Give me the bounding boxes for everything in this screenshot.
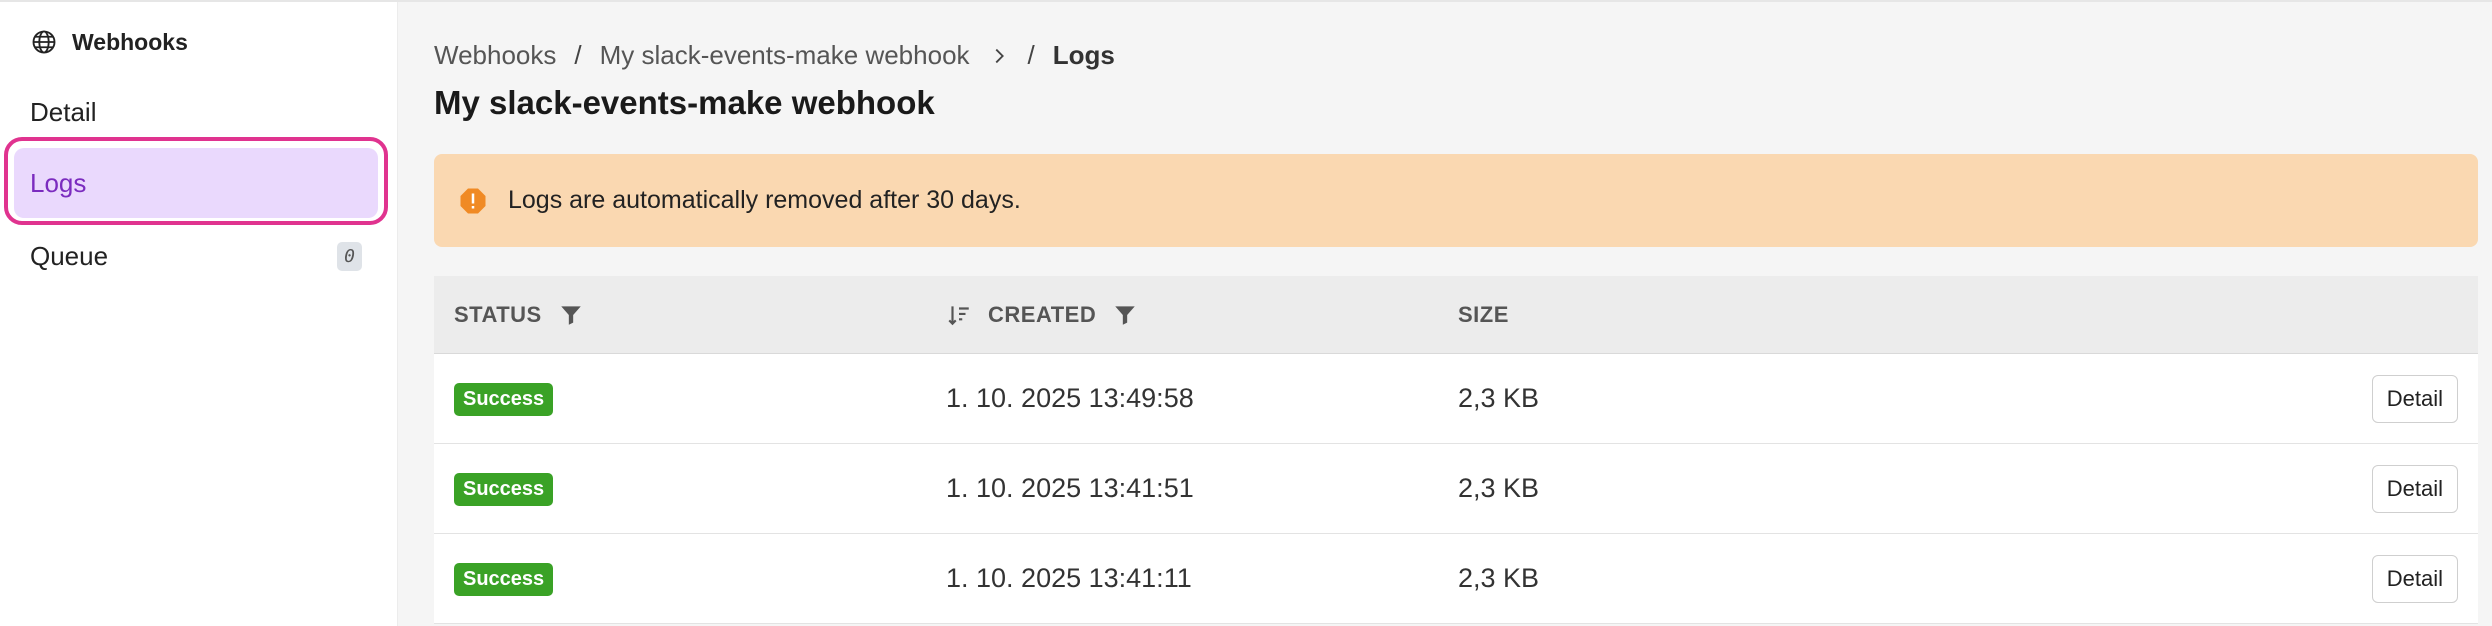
sidebar-header-label: Webhooks <box>72 28 188 55</box>
retention-alert: Logs are automatically removed after 30 … <box>434 154 2478 247</box>
action-cell: Detail <box>2158 464 2478 513</box>
sidebar-item-queue[interactable]: Queue 0 <box>14 221 378 291</box>
created-cell: 1. 10. 2025 13:41:11 <box>946 563 1192 593</box>
status-badge: Success <box>454 563 554 596</box>
status-cell: Success <box>434 471 946 506</box>
table-header: STATUS CREATED SIZE <box>434 276 2478 354</box>
size-cell: 2,3 KB <box>1458 563 1540 593</box>
app-window: Webhooks Detail Logs Queue 0 Webhooks / … <box>0 0 2492 626</box>
table-row: Success 1. 10. 2025 13:41:51 2,3 KB Deta… <box>434 444 2478 534</box>
column-status-label: STATUS <box>454 301 542 327</box>
status-cell: Success <box>434 381 946 416</box>
detail-button[interactable]: Detail <box>2371 554 2458 603</box>
filter-icon[interactable] <box>558 302 584 328</box>
detail-button[interactable]: Detail <box>2371 374 2458 423</box>
chevron-right-icon[interactable] <box>988 45 1010 67</box>
column-created: CREATED <box>946 302 1458 328</box>
detail-button[interactable]: Detail <box>2371 464 2458 513</box>
created-cell: 1. 10. 2025 13:49:58 <box>946 383 1194 413</box>
sidebar-item-label: Logs <box>30 167 87 198</box>
table-row: Success 1. 10. 2025 13:49:58 2,3 KB Deta… <box>434 354 2478 444</box>
table-row: Success 1. 10. 2025 13:41:11 2,3 KB Deta… <box>434 534 2478 624</box>
sidebar-item-detail[interactable]: Detail <box>14 77 378 147</box>
action-cell: Detail <box>2158 374 2478 423</box>
column-created-label[interactable]: CREATED <box>988 302 1096 328</box>
sidebar: Webhooks Detail Logs Queue 0 <box>0 2 398 626</box>
main-content: Webhooks / My slack-events-make webhook … <box>398 2 2492 626</box>
status-badge: Success <box>454 383 554 416</box>
column-size-label: SIZE <box>1458 301 1509 327</box>
breadcrumb-webhooks[interactable]: Webhooks <box>434 40 556 71</box>
alert-text: Logs are automatically removed after 30 … <box>508 186 1021 214</box>
breadcrumb-webhook[interactable]: My slack-events-make webhook <box>600 40 970 71</box>
action-cell: Detail <box>2158 554 2478 603</box>
sidebar-item-label: Queue <box>30 240 109 271</box>
queue-count-badge: 0 <box>337 241 362 271</box>
size-cell: 2,3 KB <box>1458 473 1540 503</box>
status-cell: Success <box>434 561 946 596</box>
breadcrumb-current: Logs <box>1052 40 1115 70</box>
filter-icon[interactable] <box>1112 302 1138 328</box>
column-size: SIZE <box>1458 302 2158 328</box>
breadcrumb-separator: / <box>1027 40 1035 70</box>
sort-descending-icon[interactable] <box>946 302 972 328</box>
breadcrumb-separator: / <box>574 40 582 70</box>
size-cell: 2,3 KB <box>1458 383 1540 413</box>
sidebar-header: Webhooks <box>30 28 188 56</box>
breadcrumb: Webhooks / My slack-events-make webhook … <box>434 40 1115 71</box>
sidebar-item-logs[interactable]: Logs <box>14 148 378 218</box>
logs-table: STATUS CREATED SIZE Success 1. 10. 2025 … <box>434 276 2478 624</box>
globe-icon <box>30 28 58 56</box>
warning-icon <box>458 186 488 216</box>
sidebar-item-label: Detail <box>30 96 97 127</box>
column-status: STATUS <box>434 302 946 328</box>
page-title: My slack-events-make webhook <box>434 84 935 121</box>
status-badge: Success <box>454 473 554 506</box>
created-cell: 1. 10. 2025 13:41:51 <box>946 473 1194 503</box>
